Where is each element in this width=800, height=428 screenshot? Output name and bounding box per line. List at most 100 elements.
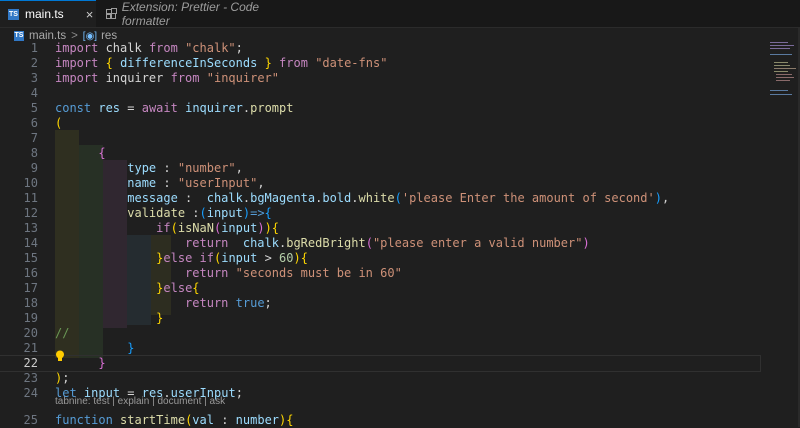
code-line[interactable]: 7 bbox=[0, 131, 760, 146]
line-number: 2 bbox=[30, 56, 38, 70]
code-line[interactable]: 18 return true; bbox=[0, 296, 760, 311]
code-line[interactable]: 15 }else if(input > 60){ bbox=[0, 251, 760, 266]
code-token: { bbox=[300, 251, 308, 265]
code-token: input bbox=[221, 221, 258, 235]
extension-icon bbox=[106, 7, 117, 19]
code-token: "userInput" bbox=[177, 176, 258, 190]
code-line[interactable]: 19 } bbox=[0, 311, 760, 326]
code-line[interactable]: 17 }else{ bbox=[0, 281, 760, 296]
line-number: 1 bbox=[30, 41, 38, 55]
tab-prettier-extension[interactable]: Extension: Prettier - Code formatter bbox=[96, 0, 286, 28]
code-token: return bbox=[185, 236, 229, 250]
code-text: const res = await inquirer.prompt bbox=[55, 101, 293, 116]
code-line[interactable]: 1 import chalk from "chalk"; bbox=[0, 41, 760, 56]
code-text: // bbox=[55, 326, 69, 341]
code-line[interactable]: 13 if(isNaN(input)){ bbox=[0, 221, 760, 236]
code-text: message : chalk.bgMagenta.bold.white('pl… bbox=[55, 191, 669, 206]
code-line[interactable]: 23); bbox=[0, 371, 760, 386]
minimap[interactable] bbox=[768, 40, 798, 120]
code-token: "number" bbox=[177, 161, 236, 175]
code-token: res bbox=[98, 101, 121, 115]
code-token: ; bbox=[264, 296, 272, 310]
code-token: , bbox=[661, 191, 670, 205]
lightbulb-icon[interactable] bbox=[55, 350, 65, 362]
code-line[interactable]: 9 type : "number", bbox=[0, 161, 760, 176]
code-token: : bbox=[156, 161, 178, 175]
code-token: true bbox=[235, 296, 265, 310]
line-number: 10 bbox=[23, 176, 38, 190]
code-line[interactable]: 22 } bbox=[0, 355, 761, 372]
code-text: import { differenceInSeconds } from "dat… bbox=[55, 56, 387, 71]
code-token: } bbox=[264, 56, 272, 70]
code-token: : bbox=[177, 191, 207, 205]
line-number: 25 bbox=[23, 413, 38, 427]
tab-main-ts[interactable]: TS main.ts × bbox=[0, 0, 96, 27]
code-token: } bbox=[156, 311, 164, 325]
line-number: 9 bbox=[30, 161, 38, 175]
code-token: : bbox=[213, 413, 236, 427]
code-token: ; bbox=[62, 371, 70, 385]
code-token: ) bbox=[582, 236, 590, 250]
line-number: 17 bbox=[23, 281, 38, 295]
code-text: validate :(input)=>{ bbox=[55, 206, 272, 221]
tab-label: Extension: Prettier - Code formatter bbox=[121, 0, 260, 28]
code-line[interactable]: 8 { bbox=[0, 146, 760, 161]
code-line[interactable]: 20 // bbox=[0, 326, 760, 341]
code-token: chalk bbox=[242, 236, 279, 250]
code-text: import inquirer from "inquirer" bbox=[55, 71, 279, 86]
code-text: ( bbox=[55, 116, 62, 131]
code-token: "chalk" bbox=[185, 41, 236, 55]
code-line[interactable]: 2 import { differenceInSeconds } from "da… bbox=[0, 56, 760, 71]
code-line[interactable]: 14 return chalk.bgRedBright("please ente… bbox=[0, 236, 760, 251]
codelens-tabnine[interactable]: tabnine: test | explain | document | ask bbox=[55, 396, 225, 407]
code-token: else bbox=[163, 281, 193, 295]
code-token: "date-fns" bbox=[315, 56, 388, 70]
code-token: differenceInSeconds bbox=[120, 56, 258, 70]
code-line[interactable]: 11 message : chalk.bgMagenta.bold.white(… bbox=[0, 191, 760, 206]
code-line[interactable]: 5 const res = await inquirer.prompt bbox=[0, 101, 760, 116]
code-token: ( bbox=[199, 206, 207, 220]
code-token: 60 bbox=[279, 251, 294, 265]
code-token: return bbox=[185, 296, 229, 310]
code-token: => bbox=[250, 206, 265, 220]
code-line[interactable]: 10 name : "userInput", bbox=[0, 176, 760, 191]
code-token: ) bbox=[257, 221, 265, 235]
code-token: inquirer bbox=[185, 101, 243, 115]
code-line[interactable]: 25 function startTime(val : number){ bbox=[0, 413, 760, 428]
line-number: 13 bbox=[23, 221, 38, 235]
code-token: bold bbox=[322, 191, 352, 205]
code-token: number bbox=[235, 413, 280, 427]
code-token: from bbox=[148, 41, 178, 55]
code-token: prompt bbox=[250, 101, 294, 115]
code-line[interactable]: 4 bbox=[0, 86, 760, 101]
code-line[interactable]: 3 import inquirer from "inquirer" bbox=[0, 71, 760, 86]
code-token: { bbox=[264, 206, 272, 220]
tab-bar: TS main.ts × Extension: Prettier - Code … bbox=[0, 0, 800, 28]
code-line[interactable]: 12 validate :(input)=>{ bbox=[0, 206, 760, 221]
code-line[interactable]: 16 return "seconds must be in 60" bbox=[0, 266, 760, 281]
code-text: { bbox=[55, 146, 105, 161]
code-token: , bbox=[257, 176, 265, 190]
code-token: if bbox=[199, 251, 214, 265]
line-number: 22 bbox=[23, 356, 38, 370]
code-token: import bbox=[55, 71, 99, 85]
close-icon[interactable]: × bbox=[86, 7, 94, 22]
line-number: 16 bbox=[23, 266, 38, 280]
code-token: { bbox=[192, 281, 200, 295]
code-token: from bbox=[170, 71, 200, 85]
code-line[interactable]: 21 } bbox=[0, 341, 760, 356]
line-number: 12 bbox=[23, 206, 38, 220]
code-line[interactable]: 6( bbox=[0, 116, 760, 131]
line-number: 20 bbox=[23, 326, 38, 340]
